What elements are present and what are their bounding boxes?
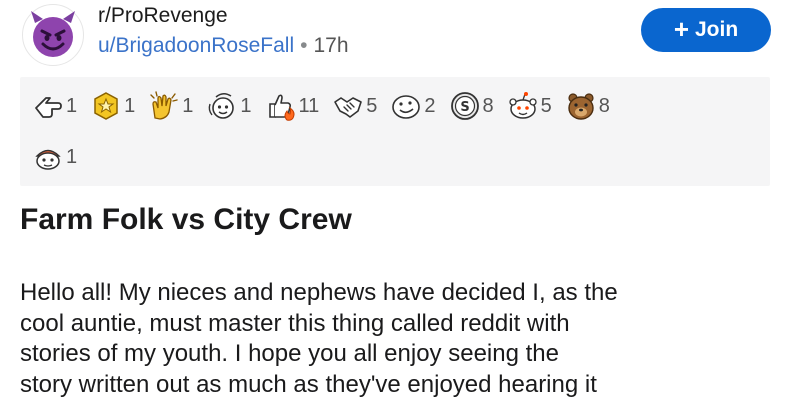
award-count: 8	[482, 94, 494, 117]
clapping-hands-award-icon	[150, 91, 178, 120]
award-count: 1	[66, 94, 78, 117]
helmet-snoo-award-icon	[35, 149, 61, 170]
post-body-line: story written out as much as they've enj…	[20, 370, 597, 398]
post-title[interactable]: Farm Folk vs City Crew	[20, 203, 352, 237]
award-item[interactable]: 5	[507, 90, 552, 122]
award-item[interactable]: 5	[332, 90, 377, 122]
meta-separator: •	[300, 34, 308, 57]
star-badge-award-icon	[94, 92, 118, 120]
award-item[interactable]: 8	[565, 90, 610, 122]
silver-coin-award-icon: S	[450, 92, 479, 120]
subreddit-avatar[interactable]	[22, 4, 84, 66]
award-item[interactable]: S 8	[449, 90, 494, 122]
svg-text:S: S	[460, 100, 469, 115]
post-body-line: stories of my youth. I hope you all enjo…	[20, 340, 559, 367]
award-item[interactable]: 11	[265, 90, 320, 122]
award-count: 1	[124, 94, 136, 117]
thumbs-up-fire-award-icon	[268, 94, 294, 121]
award-item[interactable]: 2	[390, 90, 436, 122]
awards-row: 1	[32, 141, 90, 173]
award-count: 2	[424, 94, 436, 117]
post-meta: u/BrigadoonRoseFall • 17h	[98, 34, 349, 58]
plus-icon: +	[673, 14, 689, 44]
awards-row: 1 1 1 1 11 5 2 S 8 5 8	[32, 90, 623, 122]
award-count: 1	[182, 94, 194, 117]
smiling-face-award-icon	[392, 95, 421, 119]
hand-pointing-award-icon	[35, 97, 62, 118]
bear-award-icon	[568, 93, 594, 120]
snoo-face-award-icon	[508, 92, 537, 119]
award-count: 8	[598, 94, 610, 117]
award-item[interactable]: 1	[148, 90, 193, 122]
award-count: 5	[366, 94, 378, 117]
author-username[interactable]: u/BrigadoonRoseFall	[98, 34, 294, 57]
join-button-label: Join	[695, 18, 739, 41]
handshake-award-icon	[334, 97, 363, 118]
post-header: r/ProRevenge u/BrigadoonRoseFall • 17h + J…	[22, 0, 778, 68]
spinning-face-award-icon	[209, 93, 235, 119]
award-item[interactable]: 1	[206, 90, 252, 122]
post-body: Hello all! My nieces and nephews have de…	[20, 278, 785, 400]
post-age: 17h	[313, 34, 349, 57]
award-count: 11	[298, 94, 320, 117]
award-count: 1	[66, 145, 78, 168]
award-count: 1	[240, 94, 252, 117]
post-body-line: cool auntie, must master this thing call…	[20, 309, 570, 337]
award-count: 5	[540, 94, 552, 117]
award-item[interactable]: 1	[32, 90, 77, 122]
post-body-line: Hello all! My nieces and nephews have de…	[20, 279, 618, 306]
subreddit-name[interactable]: r/ProRevenge	[98, 4, 228, 28]
devil-face-icon	[31, 11, 75, 57]
awards-panel: 1 1 1 1 11 5 2 S 8 5 8 1	[20, 77, 770, 186]
award-item[interactable]: 1	[32, 141, 77, 173]
award-item[interactable]: 1	[90, 90, 135, 122]
join-button[interactable]: + Join	[641, 8, 771, 52]
